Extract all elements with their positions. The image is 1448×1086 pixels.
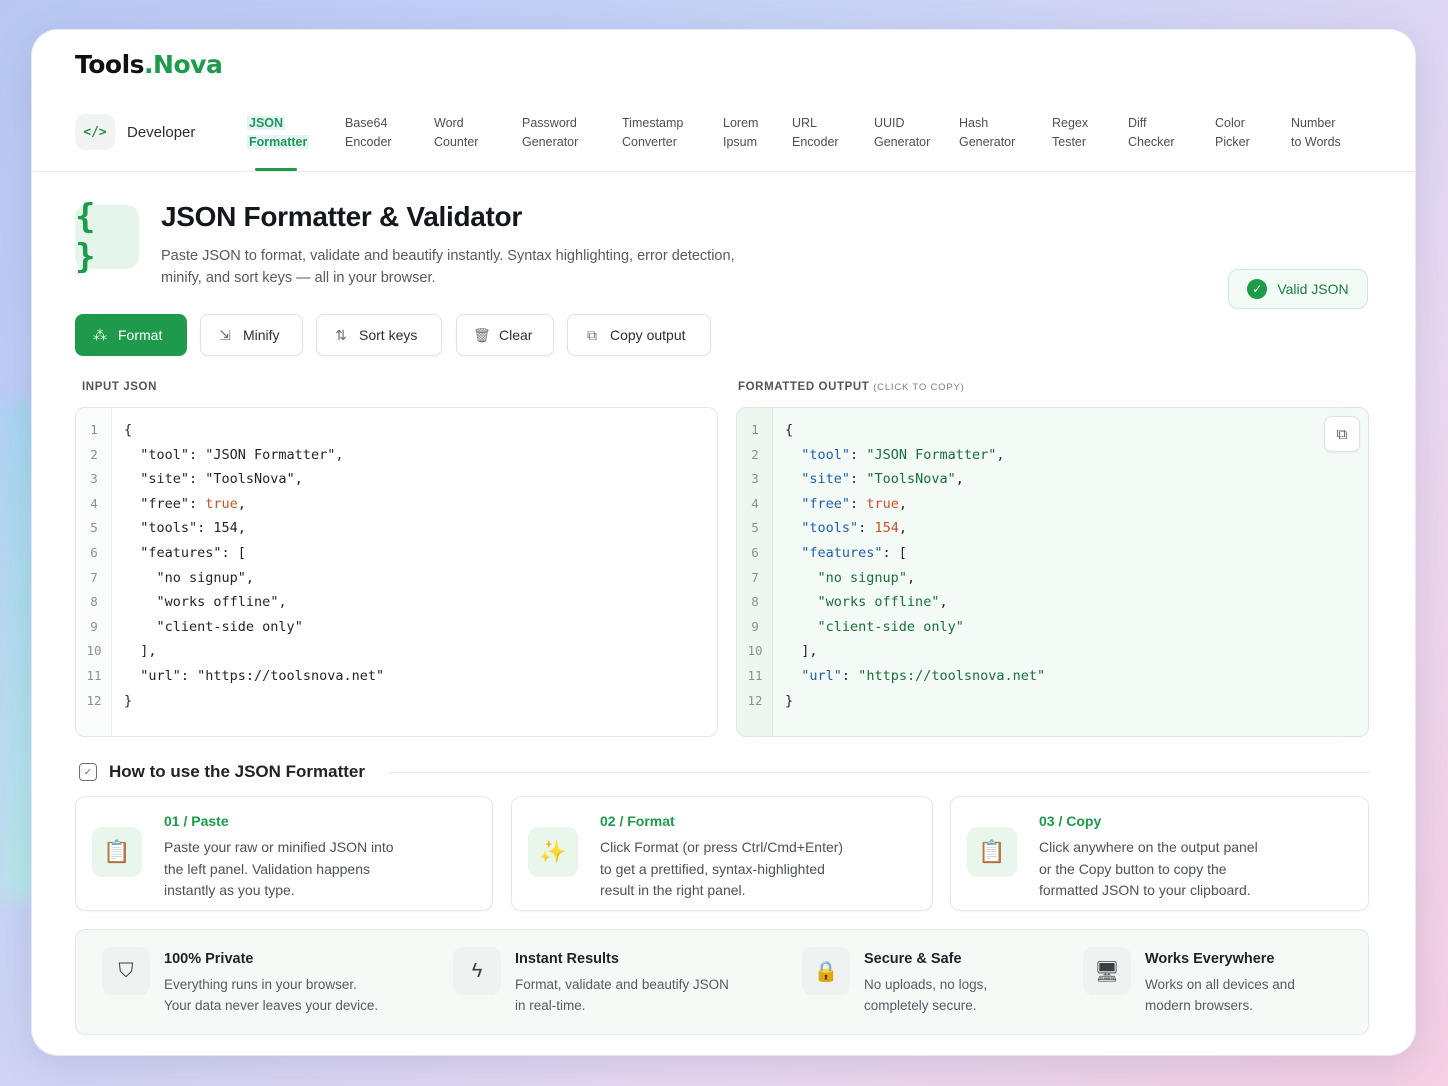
code-line: 7 "no signup", bbox=[751, 569, 916, 586]
sparkle-format-icon: ⁂ bbox=[93, 326, 107, 343]
input-json-editor[interactable]: 1{ 2 "tool": "JSON Formatter", 3 "site":… bbox=[75, 407, 718, 737]
copy-icon: ⧉ bbox=[1336, 425, 1348, 443]
code-line: 2 "tool": "JSON Formatter", bbox=[751, 446, 1005, 463]
howto-title: How to use the JSON Formatter bbox=[109, 762, 365, 781]
features-strip: ⛉ 100% Private Everything runs in your b… bbox=[75, 929, 1369, 1035]
category-developer[interactable]: </> Developer bbox=[75, 114, 195, 150]
divider bbox=[389, 772, 1369, 773]
code-line: 9 "client-side only" bbox=[90, 618, 303, 635]
sort-icon: ⇅ bbox=[335, 326, 347, 343]
brand-logo[interactable]: Tools.Nova bbox=[75, 50, 223, 79]
devices-icon: 🖥 bbox=[1083, 947, 1131, 995]
minify-button[interactable]: ⇲ Minify bbox=[200, 314, 303, 356]
tab-color-picker[interactable]: Color Picker bbox=[1215, 114, 1250, 152]
lightning-icon: ϟ bbox=[453, 947, 501, 995]
magic-wand-icon: ✨ bbox=[528, 827, 578, 877]
code-icon: </> bbox=[75, 114, 115, 150]
code-line: 5 "tools": 154, bbox=[90, 520, 246, 537]
code-line: 1{ bbox=[90, 422, 133, 438]
output-panel-label: FORMATTED OUTPUT (CLICK TO COPY) bbox=[738, 381, 965, 393]
step-number: 01 / Paste bbox=[164, 813, 229, 829]
step-card-format: ✨ 02 / Format Click Format (or press Ctr… bbox=[511, 796, 933, 911]
clipboard-icon: 📋 bbox=[92, 827, 142, 877]
step-number: 02 / Format bbox=[600, 813, 675, 829]
step-description: Click anywhere on the output panel or the… bbox=[1039, 839, 1258, 898]
clear-button[interactable]: 🗑 Clear bbox=[456, 314, 554, 356]
code-line: 8 "works offline", bbox=[751, 594, 948, 611]
code-line: 5 "tools": 154, bbox=[751, 520, 907, 537]
input-panel-label: INPUT JSON bbox=[82, 381, 158, 393]
tab-word-counter[interactable]: Word Counter bbox=[434, 114, 478, 152]
tab-uuid-generator[interactable]: UUID Generator bbox=[874, 114, 930, 152]
tab-hash-generator[interactable]: Hash Generator bbox=[959, 114, 1015, 152]
validation-status-badge: ✓ Valid JSON bbox=[1228, 269, 1368, 309]
code-line: 10 ], bbox=[747, 643, 818, 660]
step-number: 03 / Copy bbox=[1039, 813, 1102, 829]
code-line: 7 "no signup", bbox=[90, 569, 255, 586]
code-line: 6 "features": [ bbox=[751, 544, 907, 561]
step-card-paste: 📋 01 / Paste Paste your raw or minified … bbox=[75, 796, 493, 911]
step-card-copy: 📋 03 / Copy Click anywhere on the output… bbox=[950, 796, 1369, 911]
copy-icon: ⧉ bbox=[587, 326, 597, 343]
copy-output-button[interactable]: ⧉ Copy output bbox=[567, 314, 711, 356]
code-line: 12} bbox=[86, 692, 133, 709]
category-label: Developer bbox=[127, 123, 196, 141]
format-button[interactable]: ⁂ Format bbox=[75, 314, 187, 356]
braces-icon: { } bbox=[75, 197, 139, 277]
checklist-icon: ✓ bbox=[79, 763, 97, 781]
tab-regex-tester[interactable]: Regex Tester bbox=[1052, 114, 1088, 152]
code-line: 1{ bbox=[751, 422, 794, 438]
page-title: JSON Formatter & Validator bbox=[161, 201, 522, 232]
tab-base64-encoder[interactable]: Base64 Encoder bbox=[345, 114, 392, 152]
code-line: 11 "url": "https://toolsnova.net" bbox=[747, 667, 1046, 684]
code-line: 10 ], bbox=[86, 643, 157, 660]
page-description: Paste JSON to format, validate and beaut… bbox=[161, 248, 735, 286]
code-line: 3 "site": "ToolsNova", bbox=[751, 471, 964, 488]
tab-json-formatter[interactable]: JSON Formatter bbox=[247, 114, 310, 152]
validation-status-text: Valid JSON bbox=[1277, 281, 1349, 297]
lock-icon: 🔒 bbox=[802, 947, 850, 995]
code-line: 11 "url": "https://toolsnova.net" bbox=[86, 667, 385, 684]
formatted-output-panel[interactable]: 1{ 2 "tool": "JSON Formatter", 3 "site":… bbox=[736, 407, 1369, 737]
tab-number-to-words[interactable]: Number to Words bbox=[1291, 114, 1341, 152]
tab-url-encoder[interactable]: URL Encoder bbox=[792, 114, 839, 152]
tab-lorem-ipsum[interactable]: Lorem Ipsum bbox=[723, 114, 758, 152]
copy-output-icon-button[interactable]: ⧉ bbox=[1324, 416, 1360, 452]
compress-icon: ⇲ bbox=[219, 326, 231, 343]
code-line: 6 "features": [ bbox=[90, 544, 246, 561]
sort-keys-button[interactable]: ⇅ Sort keys bbox=[316, 314, 442, 356]
code-line: 12} bbox=[747, 692, 794, 709]
tab-timestamp-converter[interactable]: Timestamp Converter bbox=[622, 114, 683, 152]
tab-diff-checker[interactable]: Diff Checker bbox=[1128, 114, 1175, 152]
active-tab-indicator bbox=[255, 168, 297, 171]
step-description: Paste your raw or minified JSON into the … bbox=[164, 839, 394, 898]
code-line: 4 "free": true, bbox=[90, 495, 246, 512]
clipboard-icon: 📋 bbox=[967, 827, 1017, 877]
code-line: 9 "client-side only" bbox=[751, 618, 964, 635]
tool-nav: </> Developer JSON Formatter Base64 Encode… bbox=[32, 108, 1415, 172]
code-line: 4 "free": true, bbox=[751, 495, 907, 512]
shield-icon: ⛉ bbox=[102, 947, 150, 995]
trash-icon: 🗑 bbox=[473, 326, 491, 343]
code-line: 8 "works offline", bbox=[90, 594, 287, 611]
code-line: 3 "site": "ToolsNova", bbox=[90, 471, 303, 488]
code-line: 2 "tool": "JSON Formatter", bbox=[90, 446, 344, 463]
check-circle-icon: ✓ bbox=[1247, 279, 1268, 299]
tab-password-generator[interactable]: Password Generator bbox=[522, 114, 578, 152]
app-window: Tools.Nova </> Developer JSON Formatter B… bbox=[32, 30, 1415, 1055]
step-description: Click Format (or press Ctrl/Cmd+Enter) to… bbox=[600, 839, 844, 898]
howto-header: ✓ How to use the JSON Formatter bbox=[79, 762, 365, 782]
